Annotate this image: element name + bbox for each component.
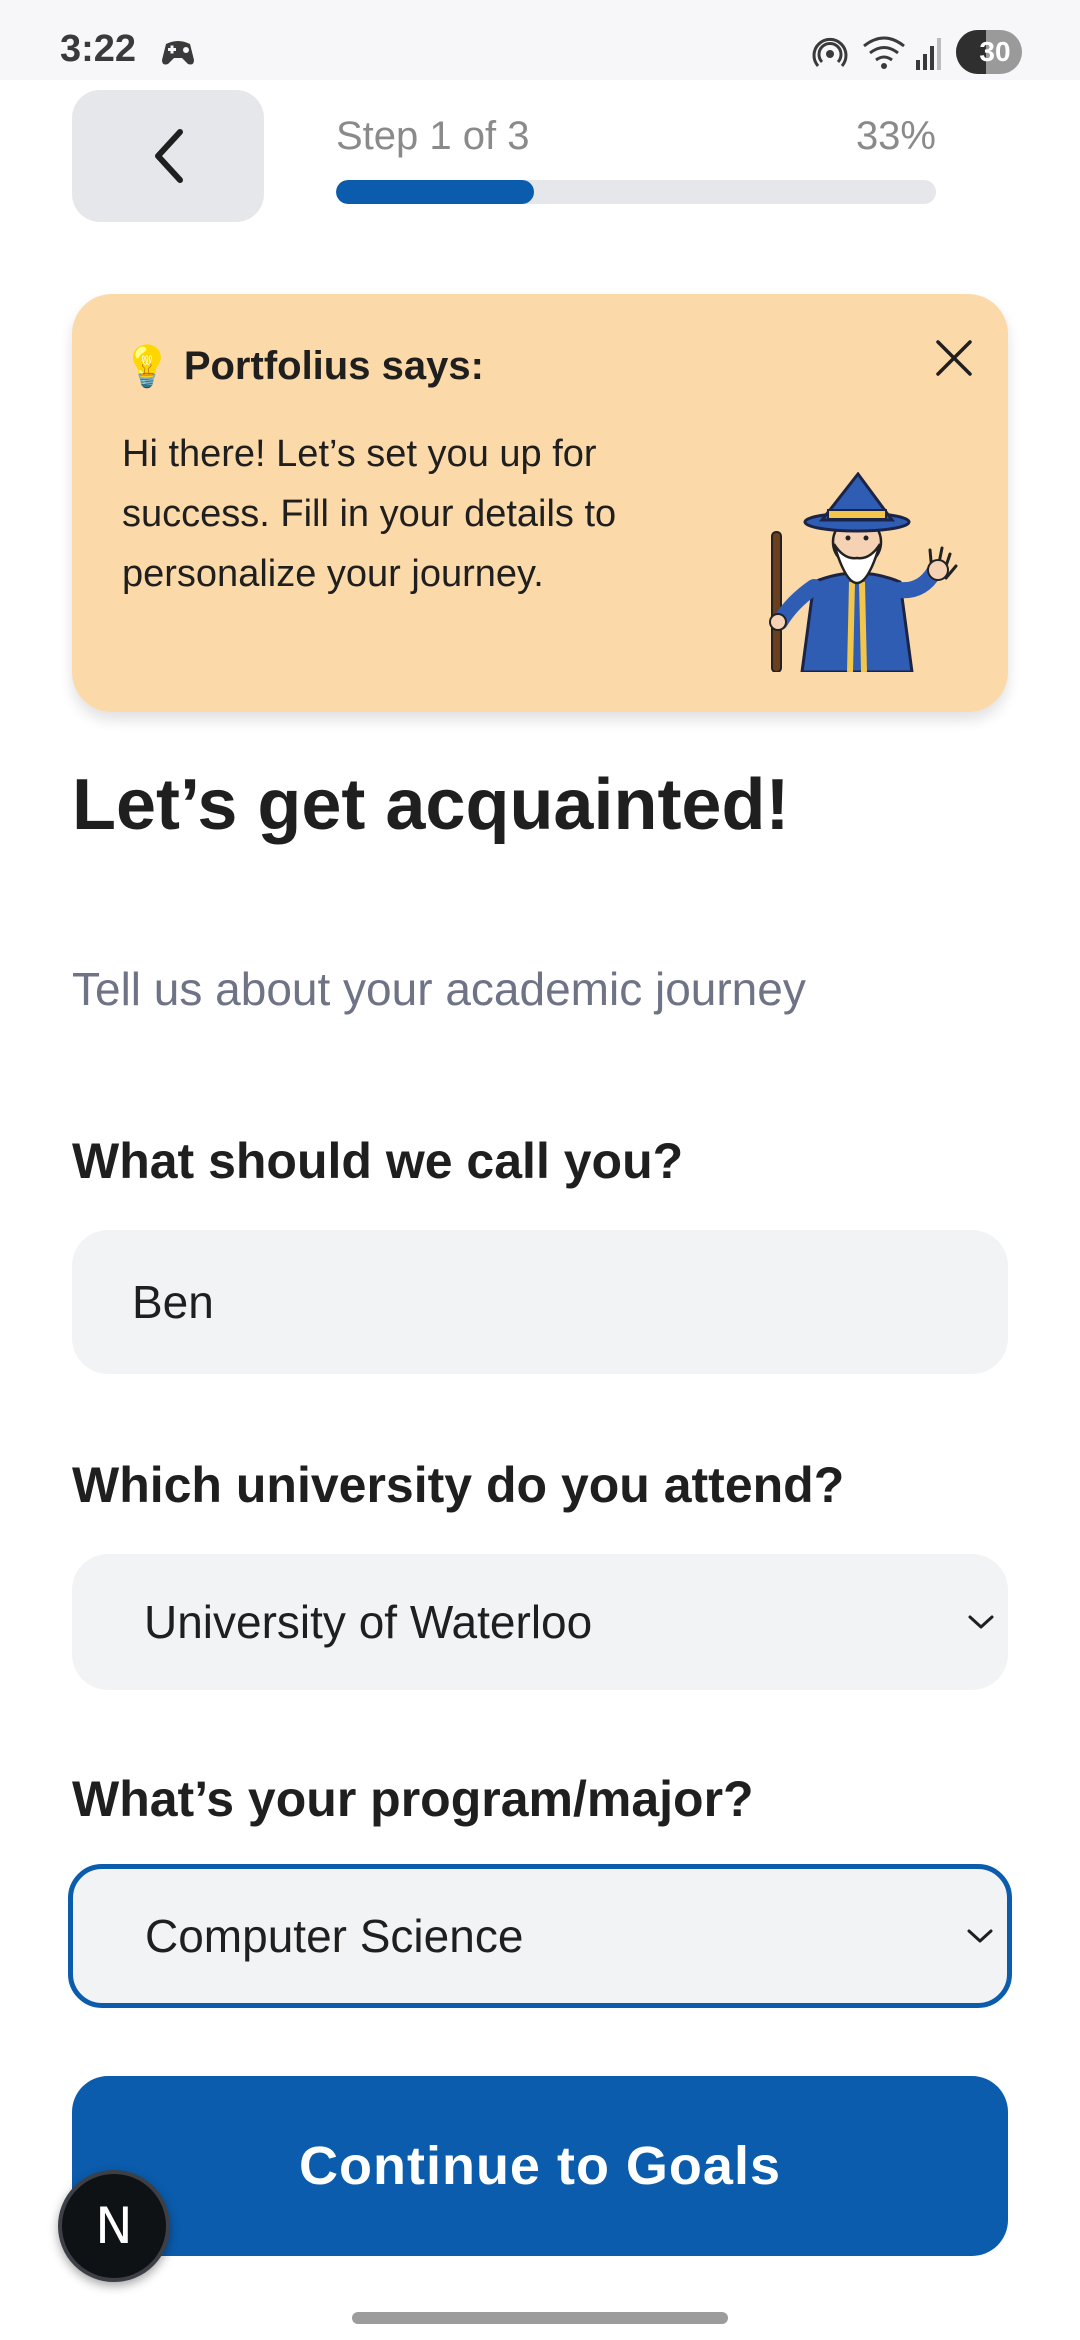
back-button[interactable]: [72, 90, 264, 222]
chevron-left-icon: [155, 129, 183, 183]
continue-button[interactable]: Continue to Goals: [72, 2076, 1008, 2256]
lightbulb-icon: 💡: [122, 344, 172, 389]
assistant-tip-card: 💡 Portfolius says: Hi there! Let’s set y…: [72, 294, 1008, 712]
status-time: 3:22: [60, 28, 137, 70]
battery-level: 30: [979, 36, 1011, 67]
university-select[interactable]: University of Waterloo: [72, 1554, 1008, 1690]
signal-icon: [916, 38, 941, 70]
chevron-down-icon: [968, 1615, 994, 1629]
battery-icon: 30: [956, 30, 1022, 74]
status-bar: 3:22 30: [0, 0, 1080, 80]
dev-tools-badge-label: N: [95, 2197, 133, 2255]
page-title: Let’s get acquainted!: [72, 765, 790, 845]
continue-button-label: Continue to Goals: [299, 2136, 781, 2196]
progress-percent: 33%: [855, 114, 936, 158]
wizard-illustration: [769, 472, 958, 672]
wifi-icon: [863, 36, 905, 69]
university-select-value: University of Waterloo: [144, 1596, 593, 1648]
home-indicator[interactable]: [352, 2312, 728, 2324]
progress-bar: [336, 180, 936, 204]
tip-message: Hi there! Let’s set you up for success. …: [122, 433, 617, 595]
progress-bar-fill: [336, 180, 534, 204]
program-select[interactable]: Computer Science: [68, 1864, 1012, 2008]
close-icon: [936, 340, 972, 376]
name-input[interactable]: Ben: [72, 1230, 1008, 1374]
name-field-label: What should we call you?: [72, 1133, 684, 1189]
program-select-value: Computer Science: [145, 1910, 524, 1962]
page-subtitle: Tell us about your academic journey: [72, 963, 806, 1015]
tip-header: 💡 Portfolius says:: [122, 344, 484, 389]
dev-tools-badge[interactable]: N: [58, 2170, 170, 2282]
close-tip-button[interactable]: [924, 328, 984, 388]
program-field-label: What’s your program/major?: [72, 1771, 754, 1827]
university-field-label: Which university do you attend?: [72, 1457, 845, 1513]
game-controller-icon: [162, 41, 194, 65]
step-indicator: Step 1 of 3: [336, 114, 530, 158]
chevron-down-icon: [967, 1929, 993, 1943]
hotspot-icon: [812, 37, 848, 67]
name-input-value: Ben: [132, 1276, 214, 1328]
tip-title: Portfolius says:: [183, 344, 484, 388]
